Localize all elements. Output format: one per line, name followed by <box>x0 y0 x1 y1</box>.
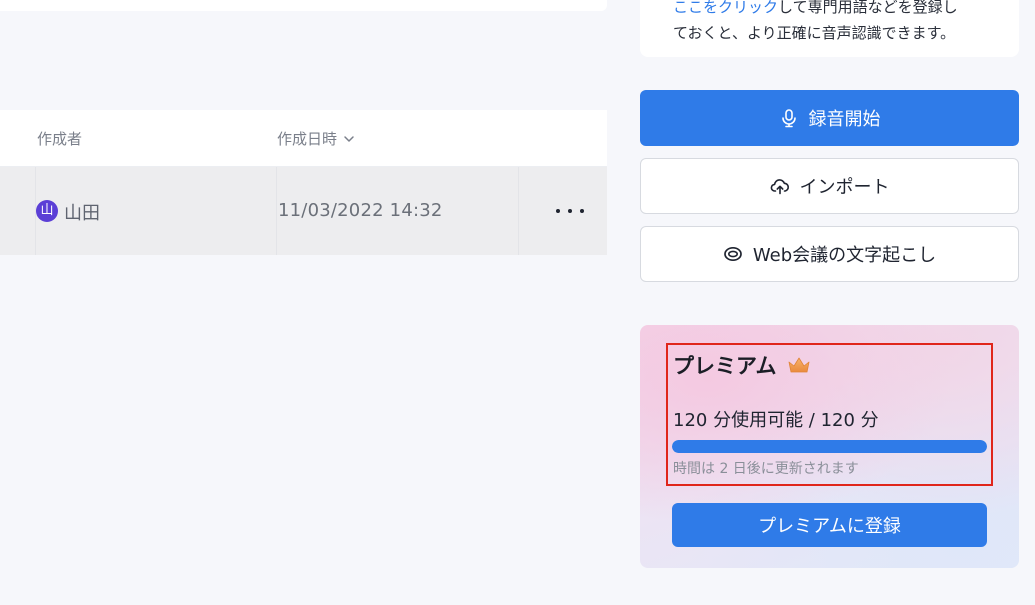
column-header-created-at-label: 作成日時 <box>277 130 338 148</box>
column-header-creator[interactable]: 作成者 <box>37 128 82 149</box>
vocabulary-info-line2: ておくと、より正確に音声認識できます。 <box>673 24 956 42</box>
vocabulary-info-card: ここをクリックして専門用語などを登録し ておくと、より正確に音声認識できます。 <box>640 0 1019 57</box>
table-header: 作成者 作成日時 <box>0 110 607 167</box>
vocabulary-info-text: ここをクリックして専門用語などを登録し ておくと、より正確に音声認識できます。 <box>673 0 958 46</box>
subscribe-premium-label: プレミアムに登録 <box>758 516 901 537</box>
start-recording-button[interactable]: 録音開始 <box>640 90 1019 146</box>
import-button[interactable]: インポート <box>640 158 1019 214</box>
renewal-text: 時間は 2 日後に更新されます <box>673 461 859 477</box>
web-meeting-transcribe-label: Web会議の文字起こし <box>752 245 937 266</box>
row-author: 山田 <box>64 203 100 224</box>
usage-progress-bar <box>672 440 987 453</box>
vocabulary-info-line1: して専門用語などを登録し <box>778 0 958 16</box>
content-card-top <box>0 0 607 11</box>
chevron-down-icon <box>344 135 354 142</box>
crown-icon <box>788 357 809 373</box>
vocabulary-link[interactable]: ここをクリック <box>673 0 778 16</box>
column-header-created-at[interactable]: 作成日時 <box>277 128 355 149</box>
table-row[interactable]: 山 山田 11/03/2022 14:32 <box>0 167 607 255</box>
row-created-at: 11/03/2022 14:32 <box>278 200 443 221</box>
cell-divider <box>276 167 277 255</box>
more-options-icon[interactable] <box>556 201 584 221</box>
usage-text: 120 分使用可能 / 120 分 <box>673 410 879 431</box>
start-recording-label: 録音開始 <box>808 109 881 130</box>
cloud-upload-icon <box>770 179 789 195</box>
avatar: 山 <box>36 200 58 222</box>
premium-title: プレミアム <box>673 350 811 380</box>
microphone-icon <box>781 109 796 128</box>
usage-progress-fill <box>672 440 987 453</box>
web-meeting-icon <box>724 246 742 262</box>
cell-divider <box>518 167 519 255</box>
web-meeting-transcribe-button[interactable]: Web会議の文字起こし <box>640 226 1019 282</box>
subscribe-premium-button[interactable]: プレミアムに登録 <box>672 503 987 547</box>
import-label: インポート <box>799 177 890 198</box>
premium-title-text: プレミアム <box>673 354 777 378</box>
